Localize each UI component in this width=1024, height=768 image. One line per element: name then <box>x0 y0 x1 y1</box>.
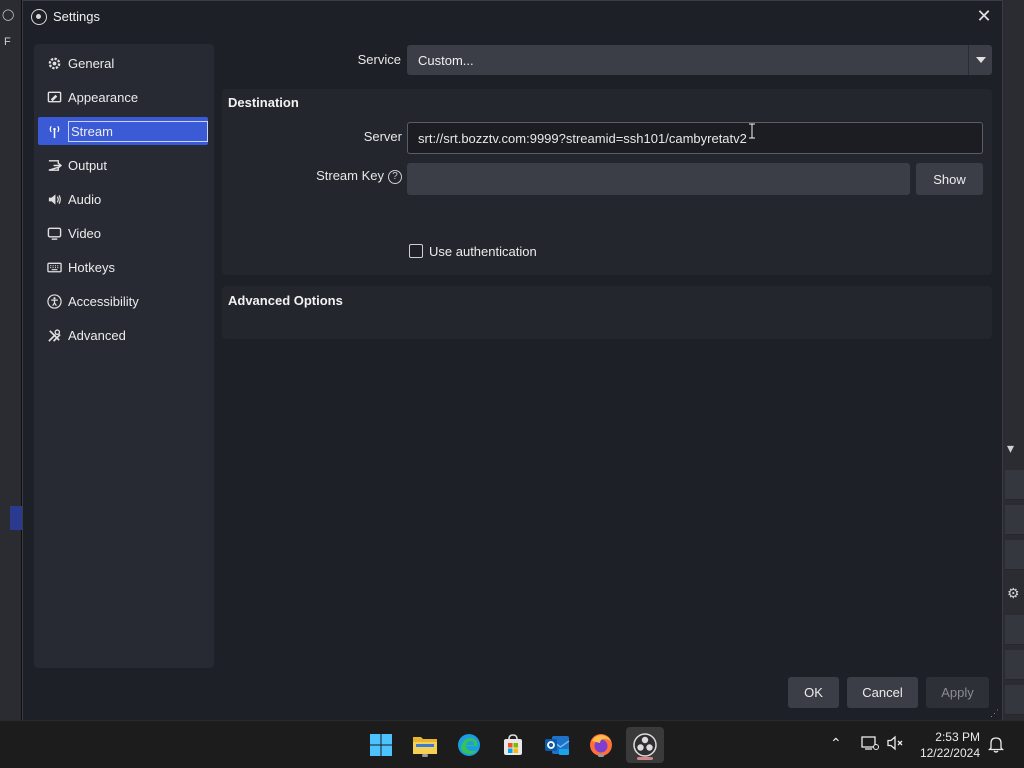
background-panel <box>1005 650 1024 680</box>
close-icon[interactable]: ✕ <box>974 6 994 26</box>
speaker-muted-icon[interactable] <box>887 735 905 754</box>
taskbar: ⌃ 2:53 PM 12/22/2024 <box>0 720 1024 768</box>
sidebar-item-accessibility[interactable]: Accessibility <box>38 287 208 315</box>
text-cursor-icon <box>749 123 755 139</box>
apply-button[interactable]: Apply <box>926 677 989 708</box>
sidebar-item-label: Advanced <box>68 327 126 343</box>
background-icon: ◯ <box>2 9 15 21</box>
start-button[interactable] <box>366 730 396 760</box>
sidebar-item-audio[interactable]: Audio <box>38 185 208 213</box>
monitor-icon <box>46 225 62 241</box>
background-panel <box>1005 615 1024 645</box>
running-indicator <box>422 754 428 757</box>
folder-icon <box>413 737 437 754</box>
destination-title: Destination <box>228 95 299 110</box>
keyboard-icon <box>46 259 62 275</box>
sidebar-item-output[interactable]: Output <box>38 151 208 179</box>
background-panel <box>1005 470 1024 500</box>
settings-sidebar: General Appearance Stream Output Audio V… <box>34 44 214 668</box>
background-app-right: ▾ ⚙ <box>1003 0 1024 720</box>
sidebar-item-label: Stream <box>68 120 208 142</box>
background-app-left: ◯ F <box>0 0 22 720</box>
sidebar-item-label: Video <box>68 225 102 241</box>
accessibility-icon <box>46 293 62 309</box>
store-button[interactable] <box>498 730 528 760</box>
sidebar-item-label: Audio <box>68 191 102 207</box>
sidebar-item-label: Hotkeys <box>68 259 115 275</box>
cancel-button[interactable]: Cancel <box>847 677 918 708</box>
running-indicator <box>598 754 604 757</box>
edge-icon <box>458 734 480 756</box>
use-authentication-label[interactable]: Use authentication <box>429 244 537 259</box>
antenna-icon <box>46 123 62 139</box>
appearance-icon <box>46 89 62 105</box>
stream-key-input[interactable] <box>407 163 910 195</box>
service-label: Service <box>357 52 401 67</box>
chevron-up-icon[interactable]: ⌃ <box>830 735 842 752</box>
background-panel <box>1005 540 1024 570</box>
store-icon <box>504 734 522 755</box>
chevron-down-icon[interactable] <box>968 45 992 75</box>
clock-time: 2:53 PM <box>935 730 980 744</box>
sidebar-item-stream[interactable]: Stream <box>38 117 208 145</box>
sidebar-item-label: Accessibility <box>68 293 139 309</box>
sidebar-item-video[interactable]: Video <box>38 219 208 247</box>
output-icon <box>46 157 62 173</box>
help-icon[interactable]: ? <box>388 169 402 184</box>
network-icon[interactable] <box>861 735 879 754</box>
ok-button[interactable]: OK <box>788 677 839 708</box>
obs-icon <box>633 733 657 757</box>
destination-group: Destination Server srt://srt.bozztv.com:… <box>222 89 992 275</box>
stream-key-label-row: Stream Key? <box>282 168 402 184</box>
notification-bell-icon[interactable] <box>987 735 1005 756</box>
firefox-button[interactable] <box>586 730 616 760</box>
background-selection <box>10 506 22 530</box>
settings-dialog: Settings ✕ General Appearance Stream Out… <box>22 0 1003 721</box>
server-input[interactable]: srt://srt.bozztv.com:9999?streamid=ssh10… <box>407 122 983 154</box>
outlook-button[interactable] <box>542 730 572 760</box>
sidebar-item-advanced[interactable]: Advanced <box>38 321 208 349</box>
windows-logo-icon <box>370 734 392 756</box>
obs-logo-icon <box>31 8 47 25</box>
tools-icon <box>46 327 62 343</box>
show-button[interactable]: Show <box>916 163 983 195</box>
speaker-icon <box>46 191 62 207</box>
background-fragment: F <box>4 36 11 48</box>
dropdown-arrow-icon: ▾ <box>1007 440 1015 456</box>
gear-icon: ⚙ <box>1007 585 1020 601</box>
background-panel <box>1005 505 1024 535</box>
system-clock[interactable]: 2:53 PM 12/22/2024 <box>920 729 980 761</box>
advanced-options-group: Advanced Options <box>222 286 992 339</box>
sidebar-item-general[interactable]: General <box>38 49 208 77</box>
background-panel <box>1005 685 1024 715</box>
stream-settings-panel: Service Custom... Destination Server srt… <box>221 44 992 668</box>
use-authentication-checkbox[interactable] <box>409 244 423 258</box>
stream-key-label: Stream Key <box>316 168 384 183</box>
sidebar-item-label: General <box>68 55 115 71</box>
active-indicator <box>637 757 653 760</box>
edge-browser-button[interactable] <box>454 730 484 760</box>
advanced-options-title[interactable]: Advanced Options <box>228 293 343 308</box>
obs-taskbar-button[interactable] <box>626 727 664 763</box>
window-title: Settings <box>53 9 100 24</box>
gear-icon <box>46 55 62 71</box>
resize-grip-icon[interactable]: ⋰ <box>990 708 1000 718</box>
outlook-icon <box>545 736 570 755</box>
clock-date: 12/22/2024 <box>919 746 980 760</box>
sidebar-item-hotkeys[interactable]: Hotkeys <box>38 253 208 281</box>
file-explorer-button[interactable] <box>410 730 440 760</box>
title-bar: Settings ✕ <box>23 1 1002 32</box>
service-select-value: Custom... <box>418 52 474 68</box>
service-select[interactable]: Custom... <box>407 45 992 75</box>
server-label: Server <box>363 129 402 144</box>
sidebar-item-appearance[interactable]: Appearance <box>38 83 208 111</box>
sidebar-item-label: Output <box>68 157 108 173</box>
sidebar-item-label: Appearance <box>68 89 139 105</box>
